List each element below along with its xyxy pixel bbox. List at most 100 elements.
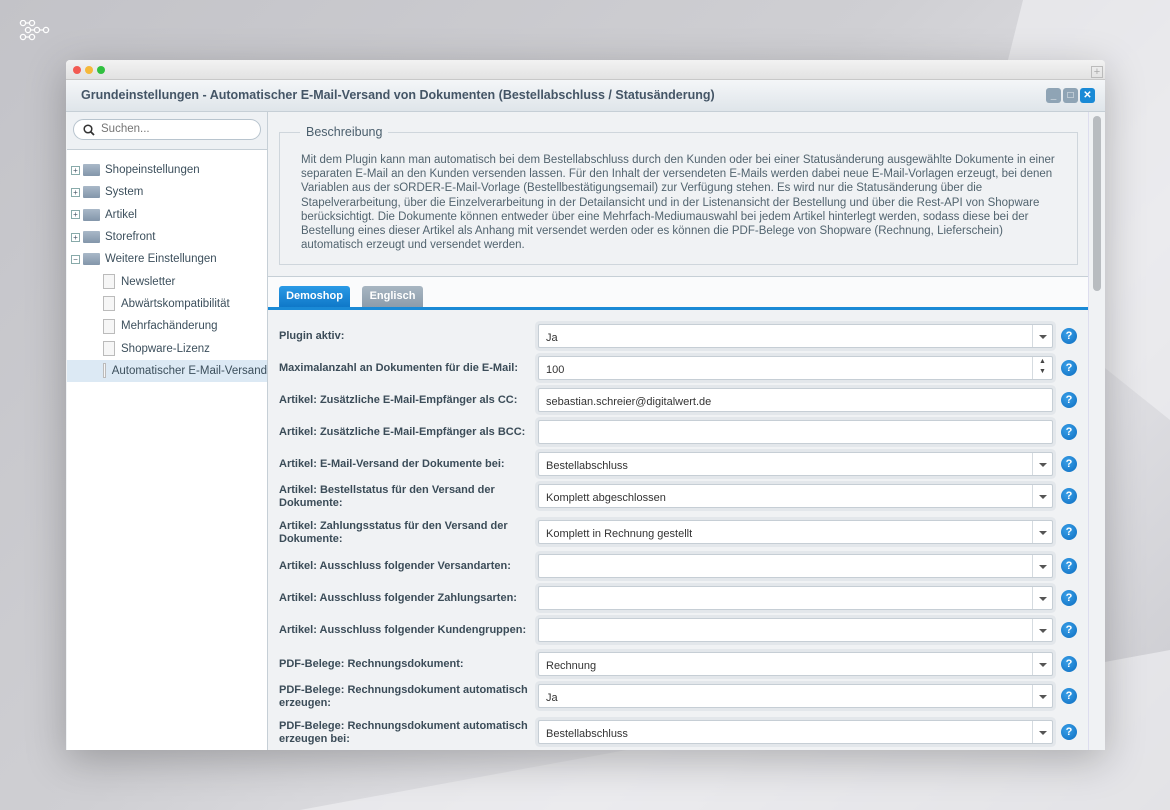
folder-icon bbox=[83, 186, 100, 199]
tree-item[interactable]: − Weitere Einstellungen bbox=[67, 248, 267, 270]
main-panel: Beschreibung Mit dem Plugin kann man aut… bbox=[268, 112, 1088, 750]
maximize-button[interactable]: □ bbox=[1063, 88, 1078, 103]
document-icon bbox=[103, 274, 115, 290]
field-label: Plugin aktiv: bbox=[279, 330, 345, 342]
document-icon bbox=[103, 341, 115, 357]
field-value: Komplett abgeschlossen bbox=[546, 492, 666, 504]
tab-englisch[interactable]: Englisch bbox=[362, 286, 423, 307]
select-field[interactable] bbox=[538, 554, 1053, 578]
field-label: Artikel: Zusätzliche E-Mail-Empfänger al… bbox=[279, 394, 518, 406]
help-icon[interactable]: ? bbox=[1061, 622, 1077, 638]
select-field[interactable] bbox=[538, 586, 1053, 610]
dropdown-trigger-icon[interactable] bbox=[1032, 453, 1052, 475]
select-field[interactable]: Komplett abgeschlossen bbox=[538, 484, 1053, 508]
help-icon[interactable]: ? bbox=[1061, 688, 1077, 704]
scrollbar[interactable] bbox=[1088, 112, 1105, 750]
folder-icon bbox=[83, 253, 100, 266]
dropdown-trigger-icon[interactable] bbox=[1032, 721, 1052, 743]
dropdown-trigger-icon[interactable] bbox=[1032, 485, 1052, 507]
tree-item[interactable]: Automatischer E-Mail-Versand bbox=[67, 359, 267, 382]
help-icon[interactable]: ? bbox=[1061, 488, 1077, 504]
tree-item-label: Artikel bbox=[105, 208, 137, 221]
field-label: PDF-Belege: Rechnungsdokument automatisc… bbox=[279, 720, 528, 745]
expand-icon[interactable]: + bbox=[71, 187, 80, 197]
select-field[interactable]: Ja bbox=[538, 324, 1053, 348]
tree-item-label: Storefront bbox=[105, 231, 156, 244]
settings-window: + Grundeinstellungen - Automatischer E-M… bbox=[66, 60, 1105, 750]
tree-item[interactable]: Shopware-Lizenz bbox=[67, 337, 267, 359]
folder-icon bbox=[83, 208, 100, 221]
tree-item[interactable]: + Artikel bbox=[67, 204, 267, 226]
tree-item[interactable]: Mehrfachänderung bbox=[67, 315, 267, 337]
tab-demoshop[interactable]: Demoshop bbox=[279, 286, 350, 307]
field-value: sebastian.schreier@digitalwert.de bbox=[546, 396, 712, 408]
field-label: PDF-Belege: Rechnungsdokument automatisc… bbox=[279, 684, 528, 709]
select-field[interactable]: Rechnung bbox=[538, 652, 1053, 676]
select-field[interactable]: Ja bbox=[538, 684, 1053, 708]
help-icon[interactable]: ? bbox=[1061, 360, 1077, 376]
select-field[interactable]: Bestellabschluss bbox=[538, 452, 1053, 476]
field-value: Bestellabschluss bbox=[546, 460, 628, 472]
window-titlebar: + bbox=[66, 60, 1105, 80]
tree-item-label: Abwärtskompatibilität bbox=[121, 297, 230, 310]
dropdown-trigger-icon[interactable] bbox=[1032, 587, 1052, 609]
field-value: Bestellabschluss bbox=[546, 728, 628, 740]
tree-item[interactable]: Abwärtskompatibilität bbox=[67, 293, 267, 315]
description-text: Mit dem Plugin kann man automatisch bei … bbox=[301, 154, 1055, 252]
folder-icon bbox=[83, 231, 100, 244]
tree-item[interactable]: Newsletter bbox=[67, 270, 267, 292]
help-icon[interactable]: ? bbox=[1061, 558, 1077, 574]
select-field[interactable]: Komplett in Rechnung gestellt bbox=[538, 520, 1053, 544]
field-label: PDF-Belege: Rechnungsdokument: bbox=[279, 658, 464, 670]
field-label: Artikel: Ausschluss folgender Versandart… bbox=[279, 560, 511, 572]
dropdown-trigger-icon[interactable] bbox=[1032, 653, 1052, 675]
help-icon[interactable]: ? bbox=[1061, 656, 1077, 672]
dropdown-trigger-icon[interactable] bbox=[1032, 521, 1052, 543]
close-button[interactable]: ✕ bbox=[1080, 88, 1095, 103]
tree-item-label: Weitere Einstellungen bbox=[105, 253, 217, 266]
minimize-button[interactable]: _ bbox=[1046, 88, 1061, 103]
tree-item-label: Shopeinstellungen bbox=[105, 164, 200, 177]
zoom-dot-icon[interactable] bbox=[97, 66, 105, 74]
folder-icon bbox=[83, 164, 100, 177]
select-field[interactable]: Bestellabschluss bbox=[538, 720, 1053, 744]
text-field[interactable]: sebastian.schreier@digitalwert.de bbox=[538, 388, 1053, 412]
help-icon[interactable]: ? bbox=[1061, 328, 1077, 344]
tree-item[interactable]: + Shopeinstellungen bbox=[67, 159, 267, 181]
search-input[interactable] bbox=[101, 123, 251, 135]
close-dot-icon[interactable] bbox=[73, 66, 81, 74]
expand-icon[interactable]: + bbox=[71, 210, 80, 220]
help-icon[interactable]: ? bbox=[1061, 392, 1077, 408]
scrollbar-thumb[interactable] bbox=[1093, 116, 1101, 291]
collapse-icon[interactable]: − bbox=[71, 254, 80, 264]
dropdown-trigger-icon[interactable] bbox=[1032, 619, 1052, 641]
window-title: Grundeinstellungen - Automatischer E-Mai… bbox=[81, 88, 715, 102]
dropdown-trigger-icon[interactable] bbox=[1032, 555, 1052, 577]
help-icon[interactable]: ? bbox=[1061, 524, 1077, 540]
help-icon[interactable]: ? bbox=[1061, 590, 1077, 606]
dropdown-trigger-icon[interactable] bbox=[1032, 685, 1052, 707]
dropdown-trigger-icon[interactable] bbox=[1032, 325, 1052, 347]
text-field[interactable] bbox=[538, 420, 1053, 444]
select-field[interactable] bbox=[538, 618, 1053, 642]
help-icon[interactable]: ? bbox=[1061, 456, 1077, 472]
new-tab-button[interactable]: + bbox=[1091, 66, 1103, 78]
field-label: Artikel: E-Mail-Versand der Dokumente be… bbox=[279, 458, 505, 470]
description-fieldset: Beschreibung Mit dem Plugin kann man aut… bbox=[279, 125, 1078, 265]
field-label: Artikel: Zusätzliche E-Mail-Empfänger al… bbox=[279, 426, 526, 438]
search-field[interactable] bbox=[73, 119, 261, 140]
field-value: Komplett in Rechnung gestellt bbox=[546, 528, 693, 540]
tree-item[interactable]: + System bbox=[67, 181, 267, 203]
number-field[interactable]: 100 ▲ ▼ bbox=[538, 356, 1053, 380]
help-icon[interactable]: ? bbox=[1061, 424, 1077, 440]
expand-icon[interactable]: + bbox=[71, 232, 80, 242]
document-icon bbox=[103, 318, 115, 334]
document-icon bbox=[103, 296, 115, 312]
help-icon[interactable]: ? bbox=[1061, 724, 1077, 740]
expand-icon[interactable]: + bbox=[71, 165, 80, 175]
field-value: Ja bbox=[546, 692, 558, 704]
tree-item-label: Automatischer E-Mail-Versand bbox=[111, 364, 267, 377]
spinner-icon[interactable]: ▲ ▼ bbox=[1032, 357, 1052, 379]
tree-item[interactable]: + Storefront bbox=[67, 226, 267, 248]
minimize-dot-icon[interactable] bbox=[85, 66, 93, 74]
